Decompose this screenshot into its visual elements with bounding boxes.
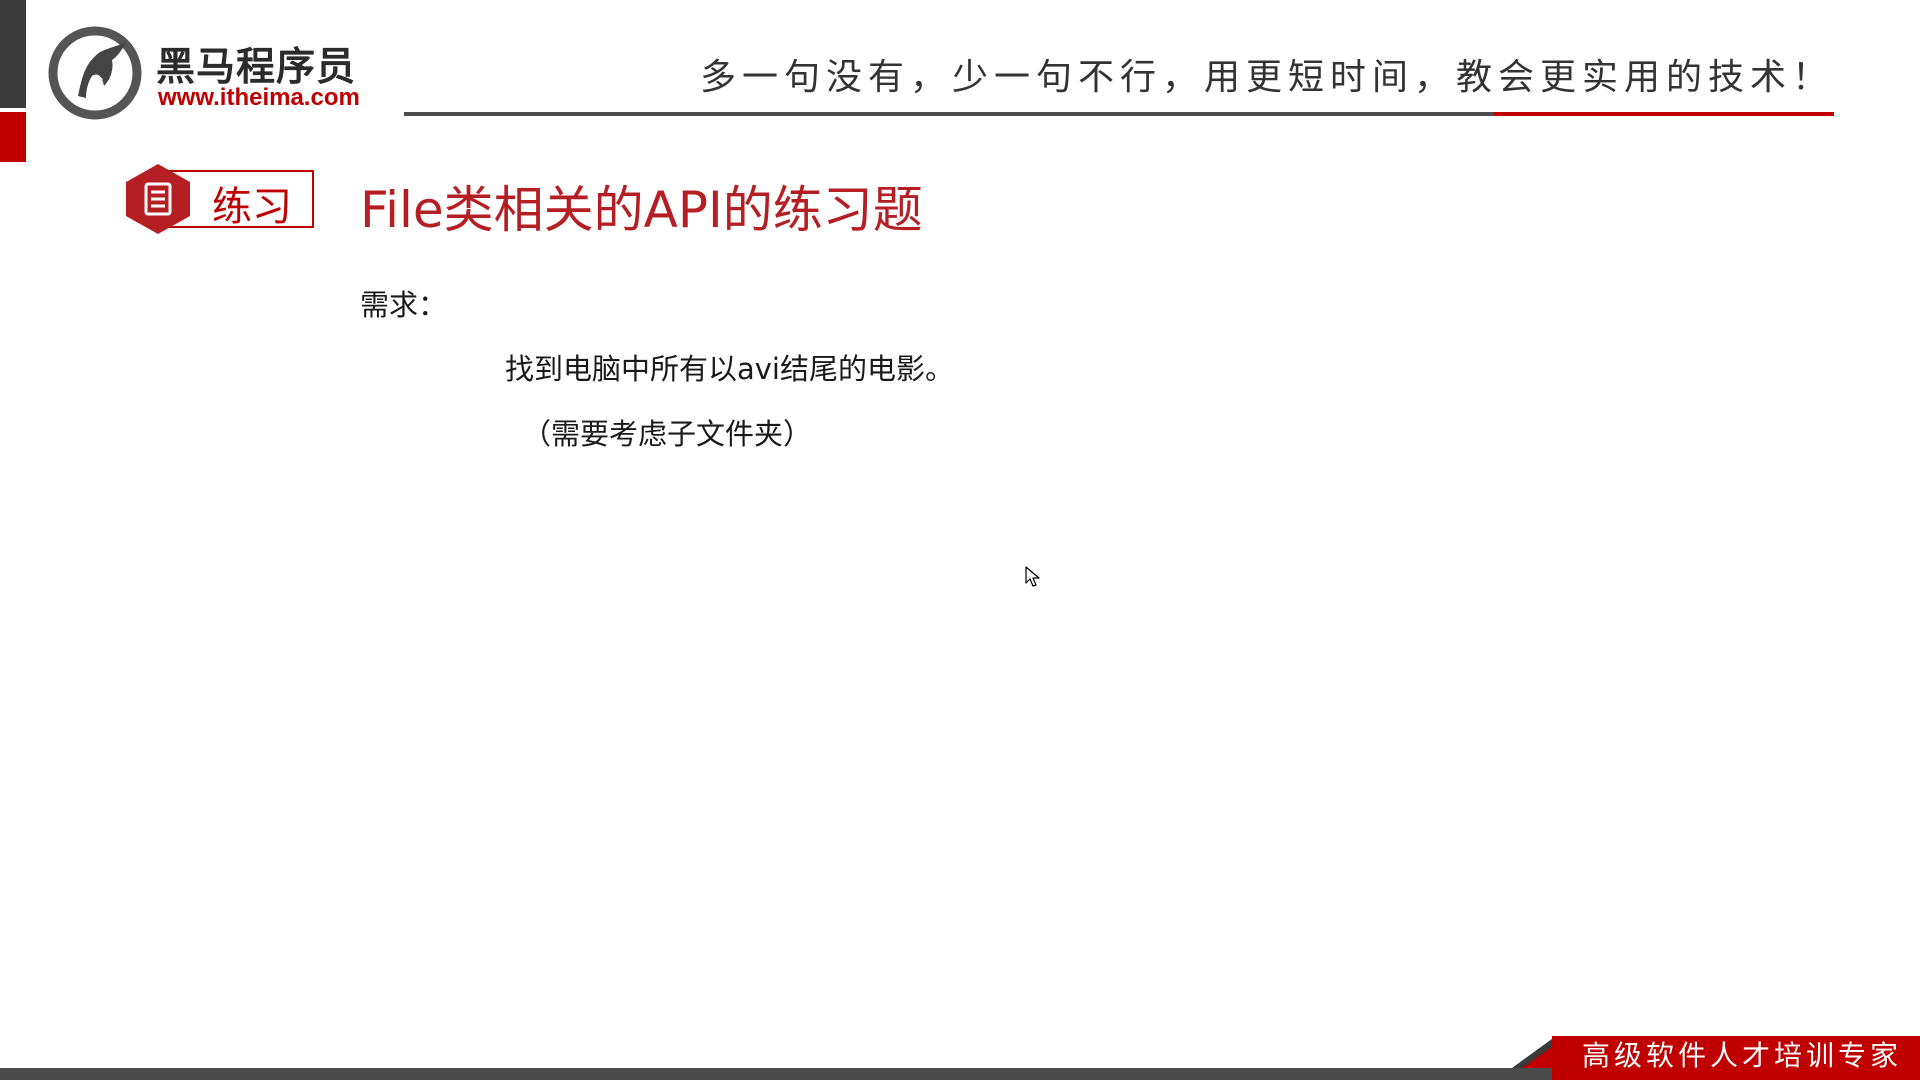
brand-logo: 黑马程序员 www.itheima.com xyxy=(48,26,378,122)
mouse-pointer-icon xyxy=(1025,566,1040,587)
footer-accent-triangle xyxy=(1512,1036,1556,1068)
header-divider-accent xyxy=(1494,112,1834,116)
document-icon xyxy=(126,164,190,234)
slide: 黑马程序员 www.itheima.com 多一句没有，少一句不行，用更短时间，… xyxy=(0,0,1920,1080)
header-slogan: 多一句没有，少一句不行，用更短时间，教会更实用的技术！ xyxy=(699,57,1834,98)
left-edge-red-bar xyxy=(0,112,26,162)
footer-tagline: 高级软件人才培训专家 xyxy=(1582,1039,1903,1072)
brand-url: www.itheima.com xyxy=(158,84,360,111)
requirement-line-2: （需要考虑子文件夹） xyxy=(522,417,813,451)
slide-title: File类相关的API的练习题 xyxy=(360,181,923,239)
exercise-tag-label: 练习 xyxy=(212,184,292,230)
left-edge-dark-bar xyxy=(0,0,26,108)
requirement-label: 需求： xyxy=(360,288,448,322)
requirement-line-1: 找到电脑中所有以avi结尾的电影。 xyxy=(505,352,954,386)
horse-logo-icon xyxy=(48,26,142,120)
